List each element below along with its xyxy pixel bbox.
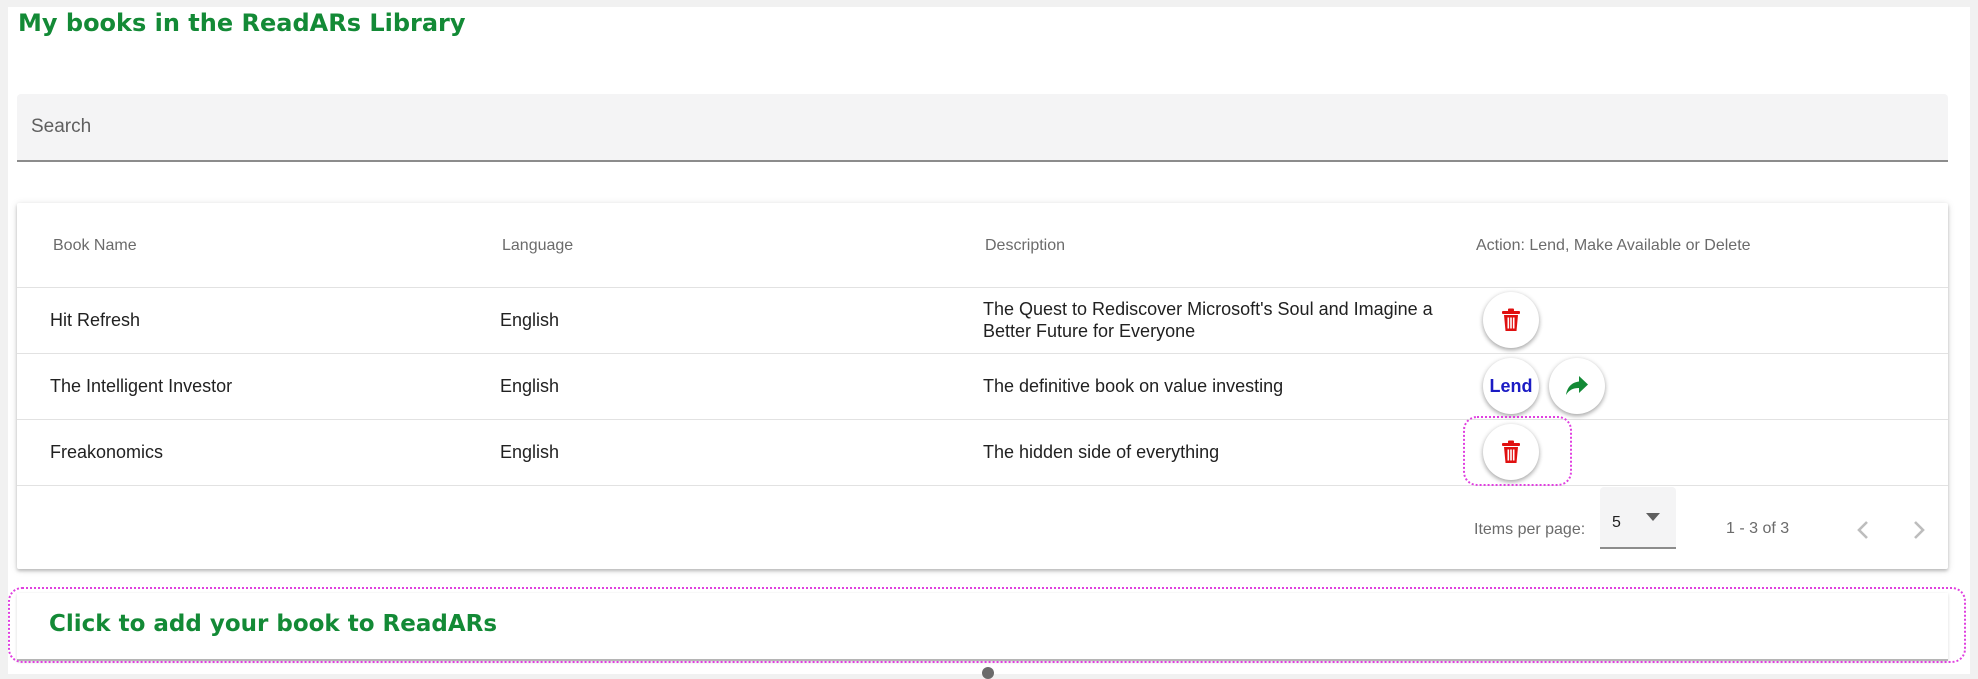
trash-icon <box>1502 440 1520 463</box>
cell-book-name: The Intelligent Investor <box>50 376 233 396</box>
add-book-panel-title: Click to add your book to ReadARs <box>49 611 498 637</box>
make-available-button[interactable] <box>1549 358 1605 414</box>
cell-language: English <box>500 310 560 330</box>
books-table: Book Name Language Description Action: L… <box>17 203 1948 569</box>
column-header-book-name[interactable]: Book Name <box>53 237 137 255</box>
next-page-button[interactable] <box>1899 510 1939 550</box>
lend-button-label: Lend <box>1489 375 1533 396</box>
column-header-description[interactable]: Description <box>985 237 1065 255</box>
table-row: The Intelligent Investor English The def… <box>17 353 1948 420</box>
chevron-right-icon <box>1914 521 1925 539</box>
delete-button[interactable] <box>1483 424 1539 480</box>
pagination-range: 1 - 3 of 3 <box>1726 520 1790 537</box>
lend-button[interactable]: Lend <box>1483 358 1539 414</box>
search-field[interactable] <box>17 94 1948 162</box>
previous-page-button[interactable] <box>1843 510 1883 550</box>
cell-description: The definitive book on value investing <box>983 376 1284 396</box>
items-per-page-value: 5 <box>1612 514 1621 531</box>
chevron-left-icon <box>1857 521 1868 539</box>
table-row: Freakonomics English The hidden side of … <box>17 416 1948 486</box>
page-title: My books in the ReadARs Library <box>18 9 466 37</box>
cell-language: English <box>500 442 560 462</box>
table-header-row: Book Name Language Description Action: L… <box>17 203 1948 288</box>
delete-button[interactable] <box>1483 292 1539 348</box>
trash-icon <box>1502 308 1520 331</box>
page: My books in the ReadARs Library Book Nam… <box>8 7 1970 679</box>
cell-description: The Quest to Rediscover Microsoft's Soul… <box>983 299 1433 341</box>
cell-description: The hidden side of everything <box>983 442 1220 462</box>
cell-book-name: Hit Refresh <box>50 310 141 330</box>
column-header-action: Action: Lend, Make Available or Delete <box>1476 237 1751 254</box>
column-header-language[interactable]: Language <box>502 237 573 255</box>
cell-language: English <box>500 376 560 396</box>
add-book-panel[interactable]: Click to add your book to ReadARs <box>17 593 1948 661</box>
share-arrow-icon <box>1566 376 1588 395</box>
search-input[interactable] <box>31 110 1911 144</box>
items-per-page-select[interactable]: 5 <box>1600 487 1676 549</box>
resize-handle[interactable] <box>982 667 994 679</box>
cell-book-name: Freakonomics <box>50 442 164 462</box>
caret-down-icon <box>1646 513 1660 521</box>
items-per-page-label: Items per page: <box>1474 521 1586 538</box>
table-row: Hit Refresh English The Quest to Redisco… <box>17 287 1948 354</box>
